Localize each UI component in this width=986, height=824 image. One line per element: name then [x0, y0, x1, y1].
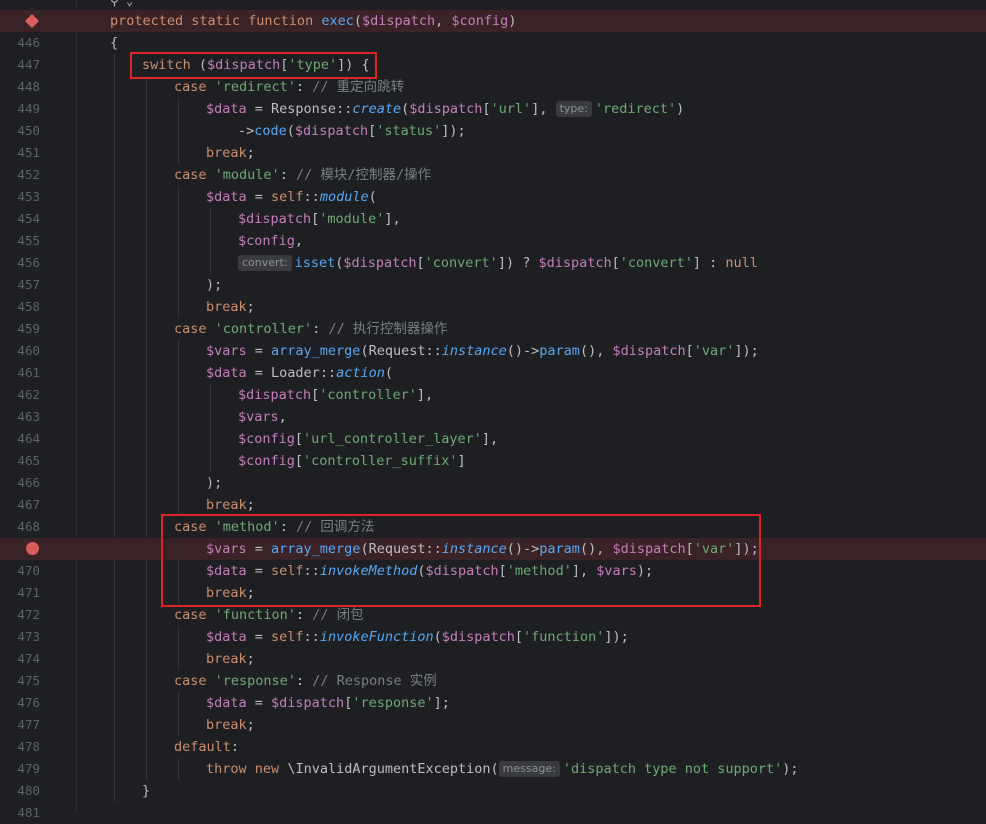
inspection-widget-icon[interactable]: ⚲ ⌄ — [110, 0, 133, 8]
annotation-box-switch — [130, 52, 377, 79]
code-line[interactable]: 478 default: — [0, 736, 986, 758]
code-line[interactable]: 467 break; — [0, 494, 986, 516]
code-line[interactable]: 474 break; — [0, 648, 986, 670]
line-number[interactable]: 460 — [0, 340, 40, 362]
code-editor[interactable]: ⚲ ⌄ protected static function exec($disp… — [0, 0, 986, 820]
line-number[interactable]: 461 — [0, 362, 40, 384]
code-line[interactable]: 455 $config, — [0, 230, 986, 252]
line-number[interactable]: 478 — [0, 736, 40, 758]
line-number[interactable]: 464 — [0, 428, 40, 450]
line-number[interactable]: 453 — [0, 186, 40, 208]
line-number[interactable]: 448 — [0, 76, 40, 98]
line-number[interactable]: 472 — [0, 604, 40, 626]
method-breakpoint-icon[interactable] — [24, 13, 40, 29]
code-line[interactable]: protected static function exec($dispatch… — [0, 10, 986, 32]
code-line[interactable]: 446 { — [0, 32, 986, 54]
line-number[interactable]: 467 — [0, 494, 40, 516]
code-line[interactable]: 462 $dispatch['controller'], — [0, 384, 986, 406]
line-number[interactable]: 470 — [0, 560, 40, 582]
line-number[interactable]: 477 — [0, 714, 40, 736]
code-line[interactable]: 453 $data = self::module( — [0, 186, 986, 208]
code-line[interactable]: 477 break; — [0, 714, 986, 736]
line-number[interactable]: 458 — [0, 296, 40, 318]
code-line[interactable]: 476 $data = $dispatch['response']; — [0, 692, 986, 714]
line-number[interactable]: 466 — [0, 472, 40, 494]
line-number[interactable]: 454 — [0, 208, 40, 230]
line-number[interactable]: 463 — [0, 406, 40, 428]
param-hint: convert: — [238, 255, 292, 271]
param-hint: message: — [498, 761, 560, 777]
code-line[interactable]: 449 $data = Response::create($dispatch['… — [0, 98, 986, 120]
code-line[interactable]: 451 break; — [0, 142, 986, 164]
line-number[interactable]: 481 — [0, 802, 40, 824]
code-line[interactable]: 466 ); — [0, 472, 986, 494]
line-number[interactable]: 473 — [0, 626, 40, 648]
line-number[interactable]: 446 — [0, 32, 40, 54]
line-number[interactable]: 480 — [0, 780, 40, 802]
line-number[interactable]: 468 — [0, 516, 40, 538]
param-hint: type: — [555, 101, 592, 117]
line-number[interactable]: 452 — [0, 164, 40, 186]
code-line[interactable]: 463 $vars, — [0, 406, 986, 428]
breakpoint-icon[interactable] — [26, 542, 39, 555]
line-number[interactable]: 474 — [0, 648, 40, 670]
line-number[interactable]: 451 — [0, 142, 40, 164]
code-line[interactable]: 448 case 'redirect': // 重定向跳转 — [0, 76, 986, 98]
line-number[interactable]: 476 — [0, 692, 40, 714]
code-line[interactable]: 479 throw new \InvalidArgumentException(… — [0, 758, 986, 780]
code-line[interactable]: 459 case 'controller': // 执行控制器操作 — [0, 318, 986, 340]
code-line[interactable]: 473 $data = self::invokeFunction($dispat… — [0, 626, 986, 648]
annotation-box-method-case — [161, 514, 761, 607]
line-number[interactable]: 457 — [0, 274, 40, 296]
line-number[interactable]: 465 — [0, 450, 40, 472]
code-line[interactable]: 481 — [0, 802, 986, 824]
code-line[interactable]: 475 case 'response': // Response 实例 — [0, 670, 986, 692]
code-line[interactable]: 465 $config['controller_suffix'] — [0, 450, 986, 472]
code-line[interactable]: 452 case 'module': // 模块/控制器/操作 — [0, 164, 986, 186]
line-number[interactable]: 456 — [0, 252, 40, 274]
code-line[interactable]: 472 case 'function': // 闭包 — [0, 604, 986, 626]
code-line[interactable]: 480 } — [0, 780, 986, 802]
code-line[interactable]: 458 break; — [0, 296, 986, 318]
code-line[interactable]: 450 ->code($dispatch['status']); — [0, 120, 986, 142]
code-line[interactable]: 457 ); — [0, 274, 986, 296]
line-number[interactable]: 475 — [0, 670, 40, 692]
line-number[interactable]: 459 — [0, 318, 40, 340]
line-number[interactable]: 447 — [0, 54, 40, 76]
code-line[interactable]: 461 $data = Loader::action( — [0, 362, 986, 384]
line-number[interactable]: 450 — [0, 120, 40, 142]
line-number[interactable]: 462 — [0, 384, 40, 406]
code-line[interactable]: 456 convert: isset($dispatch['convert']) … — [0, 252, 986, 274]
code-line[interactable]: 464 $config['url_controller_layer'], — [0, 428, 986, 450]
code-line[interactable]: 454 $dispatch['module'], — [0, 208, 986, 230]
line-number[interactable]: 471 — [0, 582, 40, 604]
line-number[interactable]: 449 — [0, 98, 40, 120]
code-line[interactable]: 460 $vars = array_merge(Request::instanc… — [0, 340, 986, 362]
line-number[interactable]: 455 — [0, 230, 40, 252]
line-number[interactable]: 479 — [0, 758, 40, 780]
